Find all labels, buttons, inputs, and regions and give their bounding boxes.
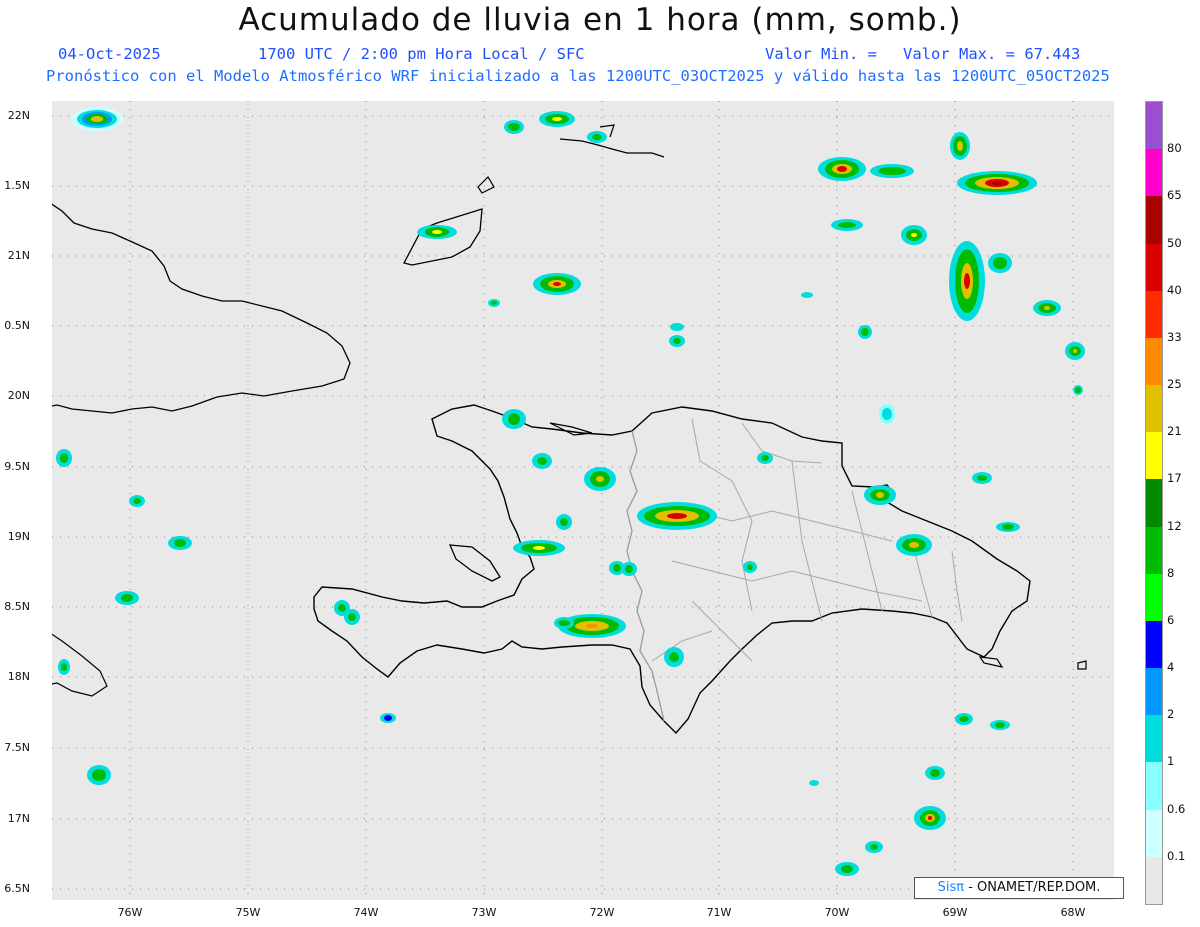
lat-label: 22N xyxy=(7,109,30,122)
legend-label: 40 xyxy=(1167,282,1182,297)
precip-cells xyxy=(56,107,1085,876)
legend-swatch xyxy=(1146,762,1162,811)
legend-swatch xyxy=(1146,196,1162,245)
legend-swatch xyxy=(1146,668,1162,716)
lat-label: 18N xyxy=(7,670,30,683)
max-value-label: Valor Max. = 67.443 xyxy=(903,45,1081,63)
lon-label: 68W xyxy=(1060,906,1086,919)
time-label: 1700 UTC / 2:00 pm Hora Local / SFC xyxy=(258,45,585,63)
legend-label: 65 xyxy=(1167,188,1182,203)
legend-label: 33 xyxy=(1167,329,1182,344)
date-label: 04-Oct-2025 xyxy=(58,45,161,63)
lat-label: 19N xyxy=(7,530,30,543)
lat-label: 20N xyxy=(7,389,30,402)
legend-swatch xyxy=(1146,479,1162,528)
lat-label: 1.5N xyxy=(4,179,30,192)
legend-label: 50 xyxy=(1167,235,1182,250)
model-info-label: Pronóstico con el Modelo Atmosférico WRF… xyxy=(46,67,1110,85)
legend-swatch xyxy=(1146,856,1162,905)
legend-label: 80 xyxy=(1167,141,1182,156)
legend-label: 12 xyxy=(1167,518,1182,533)
lon-label: 76W xyxy=(117,906,143,919)
legend-label: 2 xyxy=(1167,707,1175,722)
gonave-island xyxy=(448,544,501,582)
haiti-dr-border xyxy=(626,430,665,722)
lon-label: 75W xyxy=(235,906,261,919)
legend-swatch xyxy=(1146,715,1162,763)
legend-swatch xyxy=(1146,102,1162,150)
lon-label: 69W xyxy=(942,906,968,919)
graticule xyxy=(52,101,1114,900)
lon-label: 70W xyxy=(824,906,850,919)
saona-island xyxy=(978,656,1004,668)
legend-label: 1 xyxy=(1167,754,1175,769)
legend-label: 17 xyxy=(1167,471,1182,486)
legend-swatch xyxy=(1146,149,1162,197)
legend-swatch xyxy=(1146,290,1162,339)
cuba-coastline xyxy=(52,203,351,414)
legend-label: 6 xyxy=(1167,612,1175,627)
legend-swatch xyxy=(1146,243,1162,292)
legend-label: 0.1 xyxy=(1167,848,1186,863)
lon-label: 74W xyxy=(353,906,379,919)
legend-swatch xyxy=(1146,620,1162,669)
legend-swatch xyxy=(1146,385,1162,433)
map-svg xyxy=(52,101,1114,900)
legend-label: 25 xyxy=(1167,377,1182,392)
legend-label: 21 xyxy=(1167,424,1182,439)
mona-island xyxy=(1077,660,1087,670)
lat-label: 7.5N xyxy=(4,741,30,754)
lon-label: 72W xyxy=(589,906,615,919)
lon-label: 71W xyxy=(706,906,732,919)
legend-swatch xyxy=(1146,809,1162,858)
hispaniola-coastline xyxy=(313,404,1031,735)
lat-label: 8.5N xyxy=(4,600,30,613)
credit-text: - ONAMET/REP.DOM. xyxy=(964,880,1101,895)
color-legend xyxy=(1145,101,1163,905)
legend-swatch xyxy=(1146,337,1162,386)
sispi-logo: Sisπ xyxy=(937,880,965,895)
turks-islands xyxy=(559,124,665,158)
legend-swatch xyxy=(1146,573,1162,622)
legend-label: 0.6 xyxy=(1167,801,1186,816)
lon-label: 73W xyxy=(471,906,497,919)
legend-label: 4 xyxy=(1167,660,1175,675)
lat-label: 9.5N xyxy=(4,460,30,473)
mayaguana-island xyxy=(477,176,495,194)
rainfall-map xyxy=(52,101,1114,900)
map-title: Acumulado de lluvia en 1 hora (mm, somb.… xyxy=(238,2,962,38)
credit-box: Sisπ - ONAMET/REP.DOM. xyxy=(914,877,1124,899)
legend-label: 8 xyxy=(1167,565,1175,580)
lat-label: 0.5N xyxy=(4,319,30,332)
lat-label: 6.5N xyxy=(4,882,30,895)
min-value-label: Valor Min. = xyxy=(765,45,877,63)
lat-label: 17N xyxy=(7,812,30,825)
legend-swatch xyxy=(1146,526,1162,575)
lat-label: 21N xyxy=(7,249,30,262)
legend-swatch xyxy=(1146,432,1162,480)
